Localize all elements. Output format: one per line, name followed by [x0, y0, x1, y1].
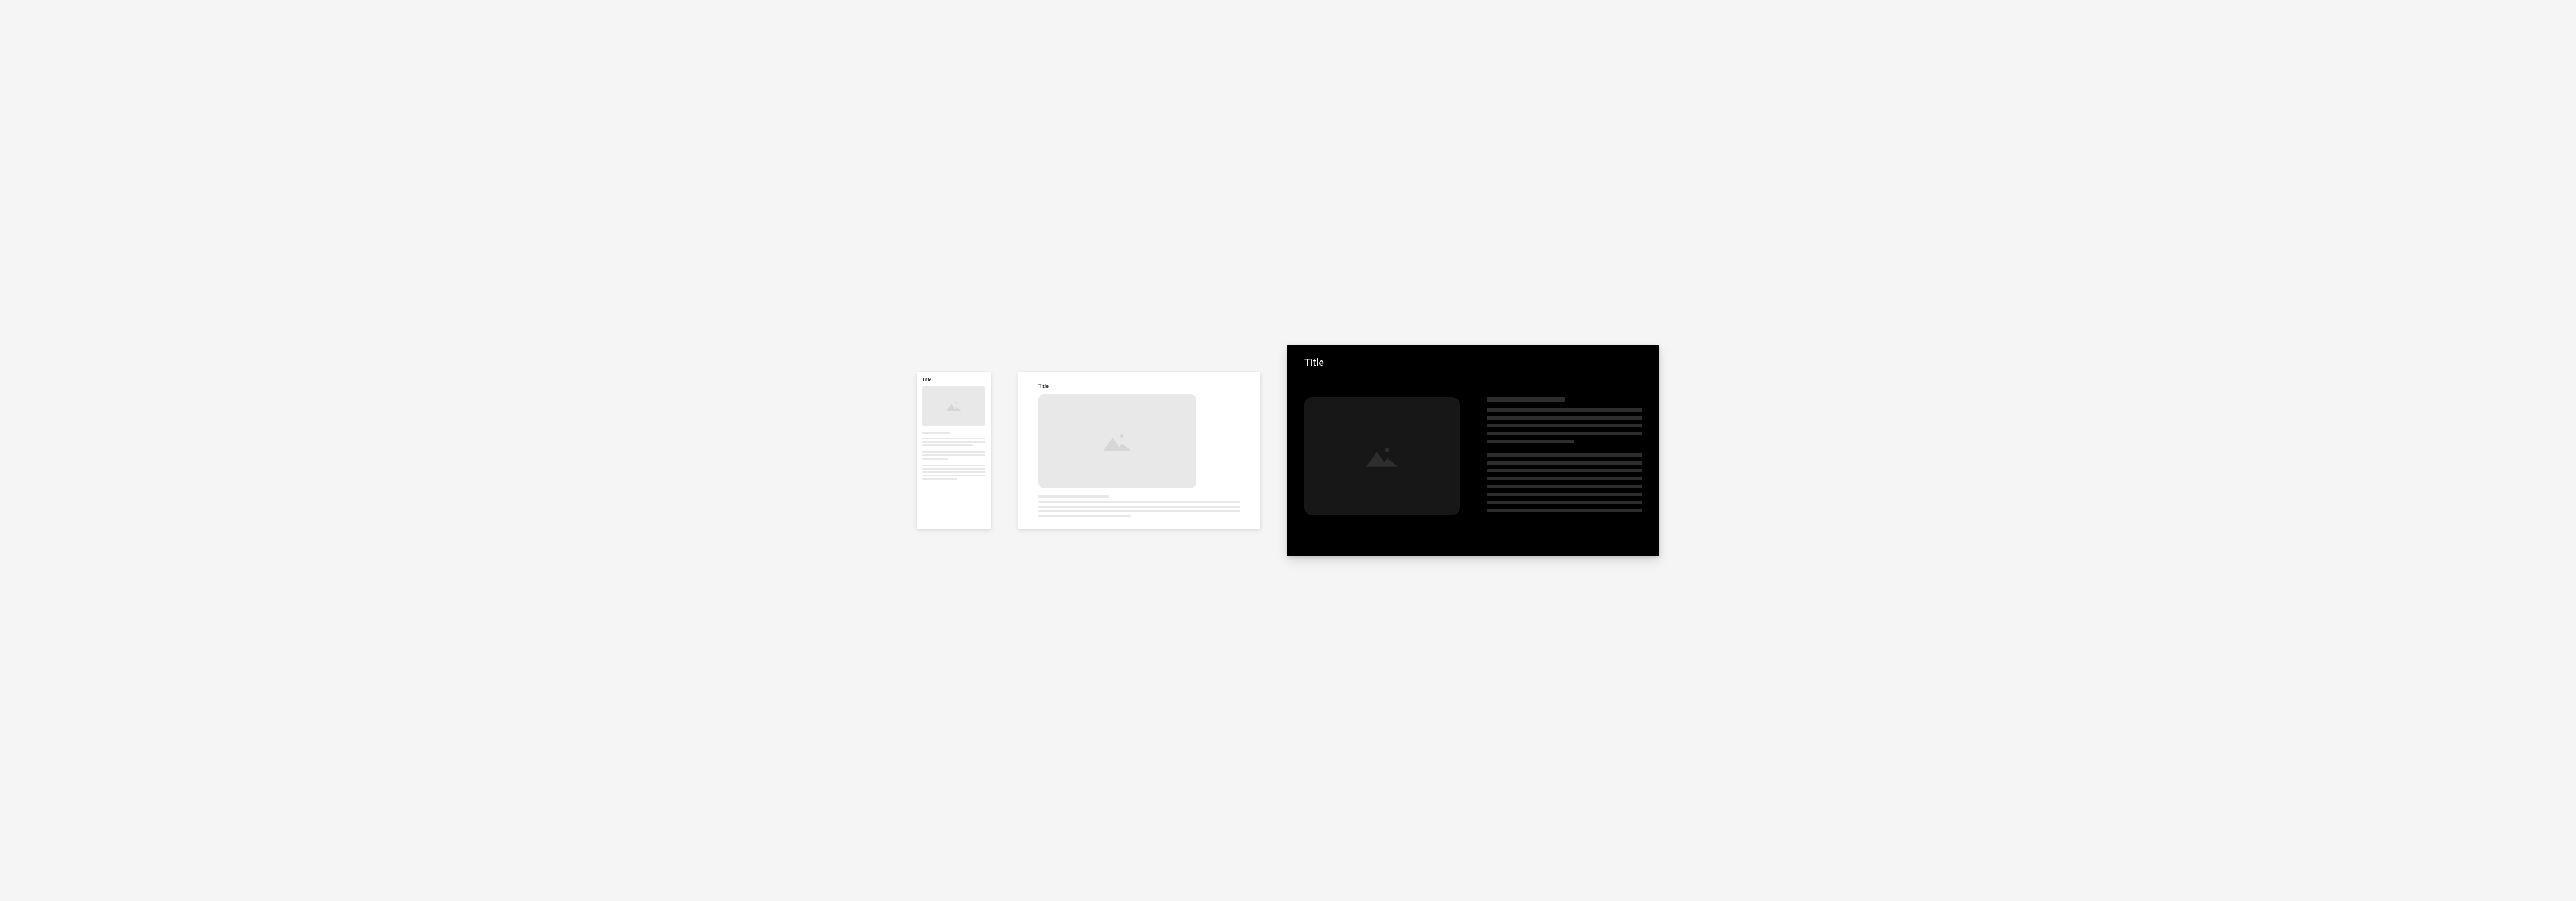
layout-frame-tv: Title	[1287, 345, 1659, 556]
image-placeholder	[922, 386, 985, 426]
mountains-icon	[1103, 432, 1131, 451]
layout-frame-tablet: Title	[1018, 372, 1260, 529]
text-placeholder	[1038, 495, 1240, 519]
page-title: Title	[1304, 357, 1642, 369]
image-placeholder	[1304, 397, 1460, 515]
image-placeholder	[1038, 394, 1196, 488]
page-title: Title	[1038, 384, 1240, 390]
text-placeholder	[922, 432, 985, 481]
text-placeholder	[1487, 397, 1642, 516]
content-row	[1304, 397, 1642, 516]
layout-frame-phone: Title	[917, 372, 991, 529]
mountains-icon	[946, 401, 962, 411]
page-title: Title	[922, 377, 985, 382]
mountains-icon	[1366, 445, 1398, 467]
